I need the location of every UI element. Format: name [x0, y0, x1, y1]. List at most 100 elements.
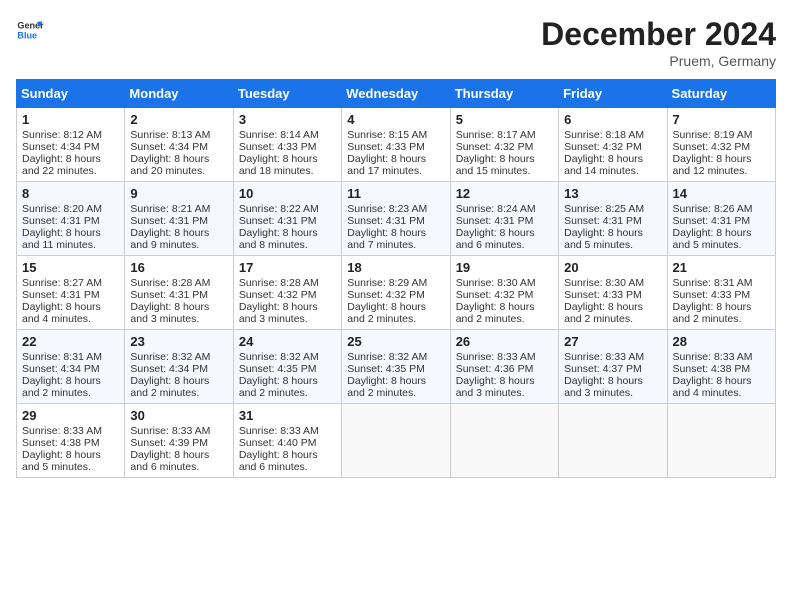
sunset: Sunset: 4:33 PM [347, 141, 425, 153]
daylight: Daylight: 8 hours and 5 minutes. [564, 227, 643, 251]
day-number: 27 [564, 334, 661, 349]
daylight: Daylight: 8 hours and 8 minutes. [239, 227, 318, 251]
sunrise: Sunrise: 8:13 AM [130, 129, 210, 141]
sunrise: Sunrise: 8:30 AM [456, 277, 536, 289]
sunset: Sunset: 4:31 PM [22, 215, 100, 227]
calendar-cell: 20Sunrise: 8:30 AMSunset: 4:33 PMDayligh… [559, 256, 667, 330]
sunrise: Sunrise: 8:21 AM [130, 203, 210, 215]
day-number: 25 [347, 334, 444, 349]
week-row-5: 29Sunrise: 8:33 AMSunset: 4:38 PMDayligh… [17, 404, 776, 478]
day-number: 18 [347, 260, 444, 275]
day-number: 16 [130, 260, 227, 275]
daylight: Daylight: 8 hours and 11 minutes. [22, 227, 101, 251]
day-header-wednesday: Wednesday [342, 80, 450, 108]
daylight: Daylight: 8 hours and 5 minutes. [22, 449, 101, 473]
day-header-tuesday: Tuesday [233, 80, 341, 108]
sunrise: Sunrise: 8:33 AM [22, 425, 102, 437]
day-number: 7 [673, 112, 770, 127]
calendar-cell [342, 404, 450, 478]
daylight: Daylight: 8 hours and 3 minutes. [564, 375, 643, 399]
week-row-2: 8Sunrise: 8:20 AMSunset: 4:31 PMDaylight… [17, 182, 776, 256]
sunset: Sunset: 4:33 PM [239, 141, 317, 153]
calendar-cell: 16Sunrise: 8:28 AMSunset: 4:31 PMDayligh… [125, 256, 233, 330]
sunrise: Sunrise: 8:20 AM [22, 203, 102, 215]
sunset: Sunset: 4:40 PM [239, 437, 317, 449]
day-number: 15 [22, 260, 119, 275]
daylight: Daylight: 8 hours and 4 minutes. [22, 301, 101, 325]
sunset: Sunset: 4:31 PM [673, 215, 751, 227]
sunset: Sunset: 4:34 PM [130, 363, 208, 375]
sunset: Sunset: 4:31 PM [564, 215, 642, 227]
calendar-cell: 19Sunrise: 8:30 AMSunset: 4:32 PMDayligh… [450, 256, 558, 330]
day-header-monday: Monday [125, 80, 233, 108]
daylight: Daylight: 8 hours and 3 minutes. [456, 375, 535, 399]
sunset: Sunset: 4:37 PM [564, 363, 642, 375]
sunrise: Sunrise: 8:23 AM [347, 203, 427, 215]
calendar-cell: 31Sunrise: 8:33 AMSunset: 4:40 PMDayligh… [233, 404, 341, 478]
daylight: Daylight: 8 hours and 2 minutes. [673, 301, 752, 325]
sunrise: Sunrise: 8:14 AM [239, 129, 319, 141]
sunrise: Sunrise: 8:26 AM [673, 203, 753, 215]
sunset: Sunset: 4:31 PM [130, 215, 208, 227]
svg-text:Blue: Blue [17, 30, 37, 40]
daylight: Daylight: 8 hours and 9 minutes. [130, 227, 209, 251]
sunset: Sunset: 4:34 PM [22, 141, 100, 153]
daylight: Daylight: 8 hours and 18 minutes. [239, 153, 318, 177]
daylight: Daylight: 8 hours and 3 minutes. [239, 301, 318, 325]
daylight: Daylight: 8 hours and 14 minutes. [564, 153, 643, 177]
calendar-cell: 24Sunrise: 8:32 AMSunset: 4:35 PMDayligh… [233, 330, 341, 404]
calendar-cell: 11Sunrise: 8:23 AMSunset: 4:31 PMDayligh… [342, 182, 450, 256]
sunset: Sunset: 4:32 PM [347, 289, 425, 301]
calendar-cell: 30Sunrise: 8:33 AMSunset: 4:39 PMDayligh… [125, 404, 233, 478]
day-header-thursday: Thursday [450, 80, 558, 108]
sunset: Sunset: 4:36 PM [456, 363, 534, 375]
daylight: Daylight: 8 hours and 12 minutes. [673, 153, 752, 177]
sunrise: Sunrise: 8:17 AM [456, 129, 536, 141]
sunset: Sunset: 4:35 PM [347, 363, 425, 375]
calendar-cell [450, 404, 558, 478]
day-number: 20 [564, 260, 661, 275]
day-header-sunday: Sunday [17, 80, 125, 108]
sunset: Sunset: 4:32 PM [456, 141, 534, 153]
sunrise: Sunrise: 8:28 AM [239, 277, 319, 289]
calendar-cell: 1Sunrise: 8:12 AMSunset: 4:34 PMDaylight… [17, 108, 125, 182]
day-number: 30 [130, 408, 227, 423]
sunrise: Sunrise: 8:19 AM [673, 129, 753, 141]
day-header-saturday: Saturday [667, 80, 775, 108]
sunset: Sunset: 4:32 PM [564, 141, 642, 153]
calendar-cell [559, 404, 667, 478]
sunrise: Sunrise: 8:33 AM [564, 351, 644, 363]
day-number: 26 [456, 334, 553, 349]
daylight: Daylight: 8 hours and 3 minutes. [130, 301, 209, 325]
calendar-cell: 22Sunrise: 8:31 AMSunset: 4:34 PMDayligh… [17, 330, 125, 404]
sunset: Sunset: 4:35 PM [239, 363, 317, 375]
week-row-4: 22Sunrise: 8:31 AMSunset: 4:34 PMDayligh… [17, 330, 776, 404]
location-subtitle: Pruem, Germany [541, 53, 776, 69]
day-number: 6 [564, 112, 661, 127]
day-number: 31 [239, 408, 336, 423]
calendar-cell: 12Sunrise: 8:24 AMSunset: 4:31 PMDayligh… [450, 182, 558, 256]
month-title: December 2024 [541, 16, 776, 53]
week-row-1: 1 Sunrise: 8:12 AMSunset: 4:34 PM Daylight… [17, 108, 776, 182]
sunset: Sunset: 4:31 PM [239, 215, 317, 227]
day-number: 9 [130, 186, 227, 201]
calendar-table: SundayMondayTuesdayWednesdayThursdayFrid… [16, 79, 776, 478]
day-number: 21 [673, 260, 770, 275]
sunrise: Sunrise: 8:12 AM [22, 129, 102, 141]
calendar-body: 1Sunrise: 8:12 AMSunset: 4:34 PMDaylight… [17, 108, 776, 478]
daylight: Daylight: 8 hours and 4 minutes. [673, 375, 752, 399]
sunrise: Sunrise: 8:32 AM [239, 351, 319, 363]
sunrise: Sunrise: 8:30 AM [564, 277, 644, 289]
sunrise: Sunrise: 8:27 AM [22, 277, 102, 289]
sunrise: Sunrise: 8:33 AM [130, 425, 210, 437]
calendar-cell: 28Sunrise: 8:33 AMSunset: 4:38 PMDayligh… [667, 330, 775, 404]
day-number: 1 [22, 112, 119, 127]
calendar-cell: 26Sunrise: 8:33 AMSunset: 4:36 PMDayligh… [450, 330, 558, 404]
sunrise: Sunrise: 8:33 AM [673, 351, 753, 363]
day-header-friday: Friday [559, 80, 667, 108]
calendar-cell: 14Sunrise: 8:26 AMSunset: 4:31 PMDayligh… [667, 182, 775, 256]
sunrise: Sunrise: 8:22 AM [239, 203, 319, 215]
sunset: Sunset: 4:39 PM [130, 437, 208, 449]
calendar-cell: 5Sunrise: 8:17 AMSunset: 4:32 PMDaylight… [450, 108, 558, 182]
day-number: 5 [456, 112, 553, 127]
